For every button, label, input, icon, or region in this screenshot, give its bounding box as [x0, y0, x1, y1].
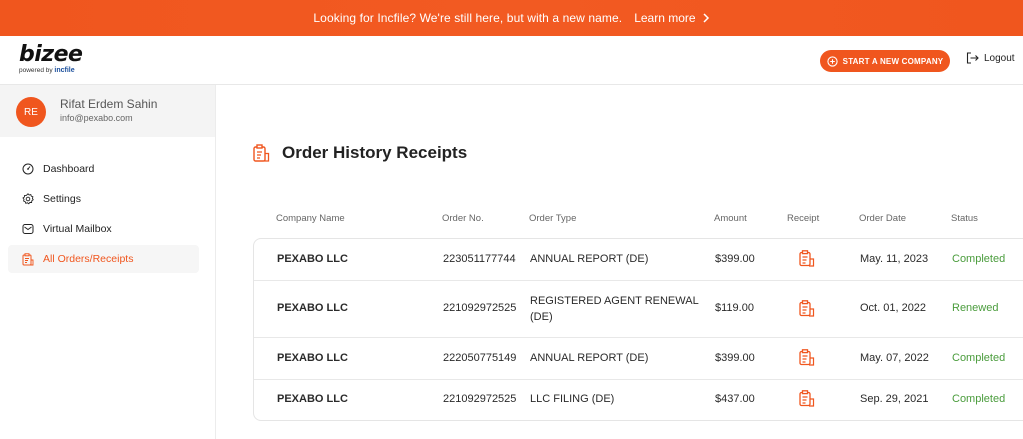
cell-amount: $399.00	[715, 352, 755, 364]
sidebar-nav: Dashboard Settings Virtual Mailbox All O…	[8, 155, 199, 275]
sidebar-item-label: All Orders/Receipts	[43, 253, 134, 265]
cell-order-no: 222050775149	[443, 352, 517, 364]
column-header-order-no: Order No.	[442, 213, 484, 224]
logo-powered-by: powered by incfile	[19, 67, 82, 74]
banner-message: Looking for Incfile? We're still here, b…	[313, 11, 623, 25]
learn-more-link[interactable]: Learn more	[634, 11, 709, 25]
plus-circle-icon	[827, 55, 838, 67]
sidebar-item-dashboard[interactable]: Dashboard	[8, 155, 199, 183]
sidebar-item-label: Virtual Mailbox	[43, 223, 112, 235]
cell-status: Completed	[952, 253, 1006, 265]
column-header-receipt: Receipt	[787, 213, 820, 224]
sidebar-item-virtual-mailbox[interactable]: Virtual Mailbox	[8, 215, 199, 243]
user-email: info@pexabo.com	[60, 113, 133, 123]
cell-amount: $437.00	[715, 393, 755, 405]
table-row: PEXABO LLC 221092972525 LLC FILING (DE) …	[254, 380, 1023, 421]
table-row: PEXABO LLC 221092972525 REGISTERED AGENT…	[254, 281, 1023, 338]
sidebar-item-label: Dashboard	[43, 163, 95, 175]
cell-order-date: Sep. 29, 2021	[860, 393, 929, 405]
cell-order-no: 221092972525	[443, 302, 517, 314]
cell-order-type: REGISTERED AGENT RENEWAL (DE)	[530, 295, 699, 323]
cell-company: PEXABO LLC	[277, 302, 348, 314]
receipt-icon	[22, 252, 34, 265]
app-header: bizee powered by incfile START A NEW COM…	[0, 36, 1023, 85]
cell-order-no: 223051177744	[443, 253, 516, 265]
powered-by-text: powered by	[19, 67, 53, 74]
receipt-icon	[253, 144, 270, 162]
column-header-status: Status	[951, 213, 978, 224]
gear-icon	[22, 193, 34, 205]
orders-table: PEXABO LLC 223051177744 ANNUAL REPORT (D…	[253, 238, 1023, 421]
user-name: Rifat Erdem Sahin	[60, 97, 158, 111]
start-new-company-label: START A NEW COMPANY	[842, 56, 944, 66]
start-new-company-button[interactable]: START A NEW COMPANY	[820, 50, 950, 72]
table-header: Company Name Order No. Order Type Amount…	[253, 213, 1023, 227]
cell-order-date: May. 11, 2023	[860, 253, 929, 265]
cell-company: PEXABO LLC	[277, 253, 348, 265]
mailbox-icon	[22, 224, 34, 234]
cell-status: Completed	[952, 393, 1006, 405]
cell-status: Renewed	[952, 302, 999, 314]
powered-by-brand: incfile	[54, 67, 75, 74]
learn-more-label: Learn more	[634, 11, 696, 25]
cell-amount: $119.00	[715, 302, 754, 314]
cell-order-date: Oct. 01, 2022	[860, 302, 927, 314]
receipt-download-button[interactable]	[799, 390, 815, 410]
avatar: RE	[16, 97, 46, 127]
cell-status: Completed	[952, 352, 1006, 364]
sidebar-item-settings[interactable]: Settings	[8, 185, 199, 213]
bizee-logo[interactable]: bizee powered by incfile	[19, 42, 83, 75]
cell-order-no: 221092972525	[443, 393, 517, 405]
table-row: PEXABO LLC 223051177744 ANNUAL REPORT (D…	[254, 239, 1023, 281]
dashboard-icon	[22, 163, 34, 175]
receipt-download-button[interactable]	[799, 250, 815, 270]
receipt-download-button[interactable]	[799, 300, 815, 320]
column-header-order-date: Order Date	[859, 213, 906, 224]
column-header-order-type: Order Type	[529, 213, 577, 224]
announcement-banner: Looking for Incfile? We're still here, b…	[0, 0, 1023, 36]
cell-order-type: LLC FILING (DE)	[530, 393, 615, 405]
main-content: Order History Receipts Company Name Orde…	[217, 85, 1023, 439]
logout-button[interactable]: Logout	[966, 52, 1015, 64]
column-header-company: Company Name	[276, 213, 345, 224]
cell-company: PEXABO LLC	[277, 393, 348, 405]
table-row: PEXABO LLC 222050775149 ANNUAL REPORT (D…	[254, 338, 1023, 380]
receipt-icon	[799, 300, 815, 317]
cell-order-date: May. 07, 2022	[860, 352, 929, 364]
cell-company: PEXABO LLC	[277, 352, 348, 364]
sidebar: RE Rifat Erdem Sahin info@pexabo.com Das…	[0, 85, 216, 439]
logout-icon	[966, 52, 979, 64]
cell-amount: $399.00	[715, 253, 755, 265]
user-profile: RE Rifat Erdem Sahin info@pexabo.com	[0, 85, 215, 137]
receipt-icon	[799, 390, 815, 407]
receipt-download-button[interactable]	[799, 349, 815, 369]
page-title-text: Order History Receipts	[282, 143, 468, 162]
logo-wordmark: bizee	[19, 42, 83, 67]
chevron-right-icon	[703, 13, 709, 23]
cell-order-type: ANNUAL REPORT (DE)	[530, 352, 649, 364]
column-header-amount: Amount	[714, 213, 747, 224]
receipt-icon	[799, 349, 815, 366]
logout-label: Logout	[984, 52, 1015, 64]
sidebar-item-all-orders-receipts[interactable]: All Orders/Receipts	[8, 245, 199, 273]
sidebar-item-label: Settings	[43, 193, 81, 205]
page-title: Order History Receipts	[253, 143, 467, 163]
receipt-icon	[799, 250, 815, 267]
cell-order-type: ANNUAL REPORT (DE)	[530, 253, 649, 265]
